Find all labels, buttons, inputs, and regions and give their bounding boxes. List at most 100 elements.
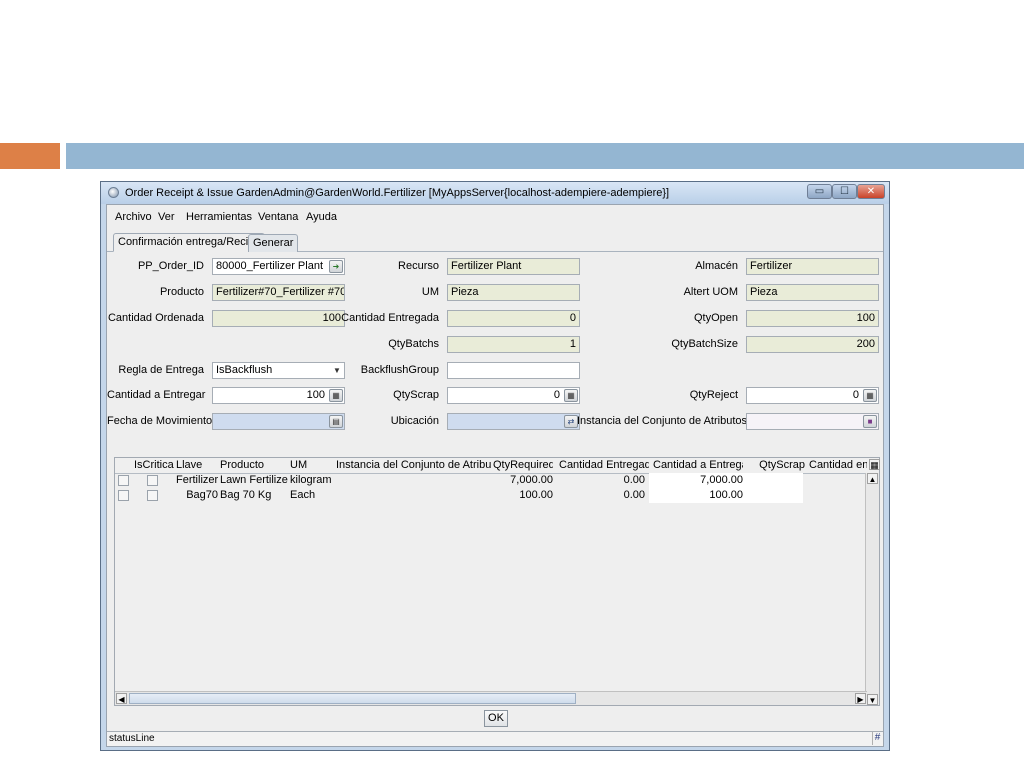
row-select-checkbox[interactable]	[118, 475, 129, 486]
recurso-field[interactable]: Fertilizer Plant	[447, 258, 580, 275]
ubicacion-field[interactable]: ⇄	[447, 413, 580, 430]
fecha-movimiento-field[interactable]: ▤	[212, 413, 345, 430]
cantidad-ordenada-field[interactable]: 100	[212, 310, 345, 327]
cell-producto[interactable]: Bag 70 Kg	[220, 488, 288, 503]
table-row[interactable]: Bag70 Bag 70 Kg Each 100.00 0.00 100.00	[115, 488, 867, 503]
status-hash-icon[interactable]: #	[872, 732, 882, 745]
menu-bar: Archivo Ver Herramientas Ventana Ayuda	[107, 205, 883, 227]
column-header[interactable]: Llave	[176, 459, 218, 471]
menu-herramientas[interactable]: Herramientas	[186, 211, 252, 223]
altert-uom-field[interactable]: Pieza	[746, 284, 879, 301]
um-field[interactable]: Pieza	[447, 284, 580, 301]
scroll-down-icon[interactable]: ▼	[867, 694, 878, 705]
backflush-group-field[interactable]	[447, 362, 580, 379]
qty-open-field[interactable]: 100	[746, 310, 879, 327]
cell-qty-required[interactable]: 100.00	[493, 488, 553, 503]
cantidad-entregar-field[interactable]: 100 ▦	[212, 387, 345, 404]
label-backflush-group: BackflushGroup	[360, 364, 439, 376]
label-regla-entrega: Regla de Entrega	[118, 364, 204, 376]
producto-field[interactable]: Fertilizer#70_Fertilizer #70	[212, 284, 345, 301]
slide-accent-blue	[66, 143, 1024, 169]
attribute-icon[interactable]: ■	[863, 415, 877, 428]
tab-generar[interactable]: Generar	[248, 234, 299, 252]
app-icon	[108, 187, 119, 198]
menu-ayuda[interactable]: Ayuda	[306, 211, 337, 223]
qty-scrap-field[interactable]: 0 ▦	[447, 387, 580, 404]
ok-button[interactable]: OK	[484, 710, 508, 727]
column-header[interactable]: UM	[290, 459, 334, 471]
menu-ver[interactable]: Ver	[158, 211, 175, 223]
calculator-icon[interactable]: ▦	[863, 389, 877, 402]
cell-um[interactable]: Each	[290, 488, 334, 503]
cell-cantidad-entregada[interactable]: 0.00	[555, 473, 645, 488]
calculator-icon[interactable]: ▦	[564, 389, 578, 402]
scroll-thumb[interactable]	[129, 693, 576, 704]
label-qty-open: QtyOpen	[693, 312, 738, 324]
column-header[interactable]: QtyRequired	[493, 459, 553, 471]
label-almacen: Almacén	[695, 260, 738, 272]
locator-icon[interactable]: ⇄	[564, 415, 578, 428]
cell-cantidad-entregar[interactable]: 7,000.00	[649, 473, 743, 488]
status-line: statusLine	[109, 733, 155, 744]
column-header[interactable]: Cantidad en E	[809, 459, 867, 471]
cell-cantidad-entregar[interactable]: 100.00	[649, 488, 743, 503]
cell-um[interactable]: kilogram	[290, 473, 334, 488]
column-header[interactable]: Instancia del Conjunto de Atributos	[336, 459, 491, 471]
qty-batch-size-field[interactable]: 200	[746, 336, 879, 353]
scroll-right-icon[interactable]: ▶	[855, 693, 866, 704]
title-bar[interactable]: Order Receipt & Issue GardenAdmin@Garden…	[101, 182, 889, 204]
cell-cantidad-entregada[interactable]: 0.00	[555, 488, 645, 503]
column-header[interactable]: QtyScrap	[747, 459, 805, 471]
is-critical-checkbox[interactable]	[147, 475, 158, 486]
label-qty-reject: QtyReject	[689, 389, 738, 401]
label-cantidad-entregar: Cantidad a Entregar	[107, 389, 206, 401]
instancia-field[interactable]: ■	[746, 413, 879, 430]
window-client-area: Archivo Ver Herramientas Ventana Ayuda C…	[106, 204, 884, 747]
cell-producto[interactable]: Lawn Fertilizer	[220, 473, 288, 488]
scroll-up-icon[interactable]: ▲	[867, 473, 878, 484]
column-header[interactable]: Cantidad a Entregar	[653, 459, 743, 471]
menu-ventana[interactable]: Ventana	[258, 211, 298, 223]
scroll-left-icon[interactable]: ◀	[116, 693, 127, 704]
row-select-checkbox[interactable]	[118, 490, 129, 501]
close-button[interactable]: ✕	[857, 184, 885, 199]
cell-qty-required[interactable]: 7,000.00	[493, 473, 553, 488]
cantidad-entregada-field[interactable]: 0	[447, 310, 580, 327]
almacen-field[interactable]: Fertilizer	[746, 258, 879, 275]
qty-scrap-value: 0	[553, 389, 560, 401]
vertical-scrollbar[interactable]: ▲ ▼	[865, 473, 879, 705]
tab-strip: Confirmación entrega/Recibo Generar	[107, 229, 883, 252]
cell-instancia[interactable]	[336, 473, 491, 488]
regla-entrega-select[interactable]: IsBackflush ▼	[212, 362, 345, 379]
regla-entrega-value: IsBackflush	[216, 364, 273, 376]
column-header[interactable]: Producto	[220, 459, 286, 471]
qty-reject-field[interactable]: 0 ▦	[746, 387, 879, 404]
label-pp-order-id: PP_Order_ID	[137, 260, 204, 272]
cell-cantidad-en[interactable]	[809, 473, 867, 488]
table-row[interactable]: Fertilizer Lawn Fertilizer kilogram 7,00…	[115, 473, 867, 488]
cell-llave[interactable]: Bag70	[176, 488, 218, 503]
cell-qty-scrap[interactable]	[743, 473, 803, 488]
label-ubicacion: Ubicación	[390, 415, 439, 427]
label-um: UM	[421, 286, 439, 298]
cell-llave[interactable]: Fertilizer	[176, 473, 218, 488]
column-control-icon[interactable]: ▦	[869, 459, 880, 470]
cantidad-entregar-value: 100	[306, 389, 325, 401]
cell-qty-scrap[interactable]	[743, 488, 803, 503]
column-header[interactable]: IsCritical	[134, 459, 174, 471]
label-fecha-movimiento: Fecha de Movimiento	[107, 415, 213, 427]
label-cantidad-entregada: Cantidad Entregada	[341, 312, 439, 324]
menu-archivo[interactable]: Archivo	[115, 211, 152, 223]
cell-instancia[interactable]	[336, 488, 491, 503]
table-header: IsCritical Llave Producto UM Instancia d…	[115, 458, 880, 474]
maximize-button[interactable]: ☐	[832, 184, 857, 199]
order-form: PP_Order_ID 80000_Fertilizer Plant ➜ Pro…	[107, 253, 883, 463]
horizontal-scrollbar[interactable]: ◀ ▶	[115, 691, 867, 705]
is-critical-checkbox[interactable]	[147, 490, 158, 501]
pp-order-id-field[interactable]: 80000_Fertilizer Plant ➜	[212, 258, 345, 275]
column-header[interactable]: Cantidad Entregada	[559, 459, 649, 471]
tab-confirmacion[interactable]: Confirmación entrega/Recibo	[113, 233, 266, 252]
minimize-button[interactable]: ▭	[807, 184, 832, 199]
cell-cantidad-en[interactable]	[809, 488, 867, 503]
qty-batchs-field[interactable]: 1	[447, 336, 580, 353]
